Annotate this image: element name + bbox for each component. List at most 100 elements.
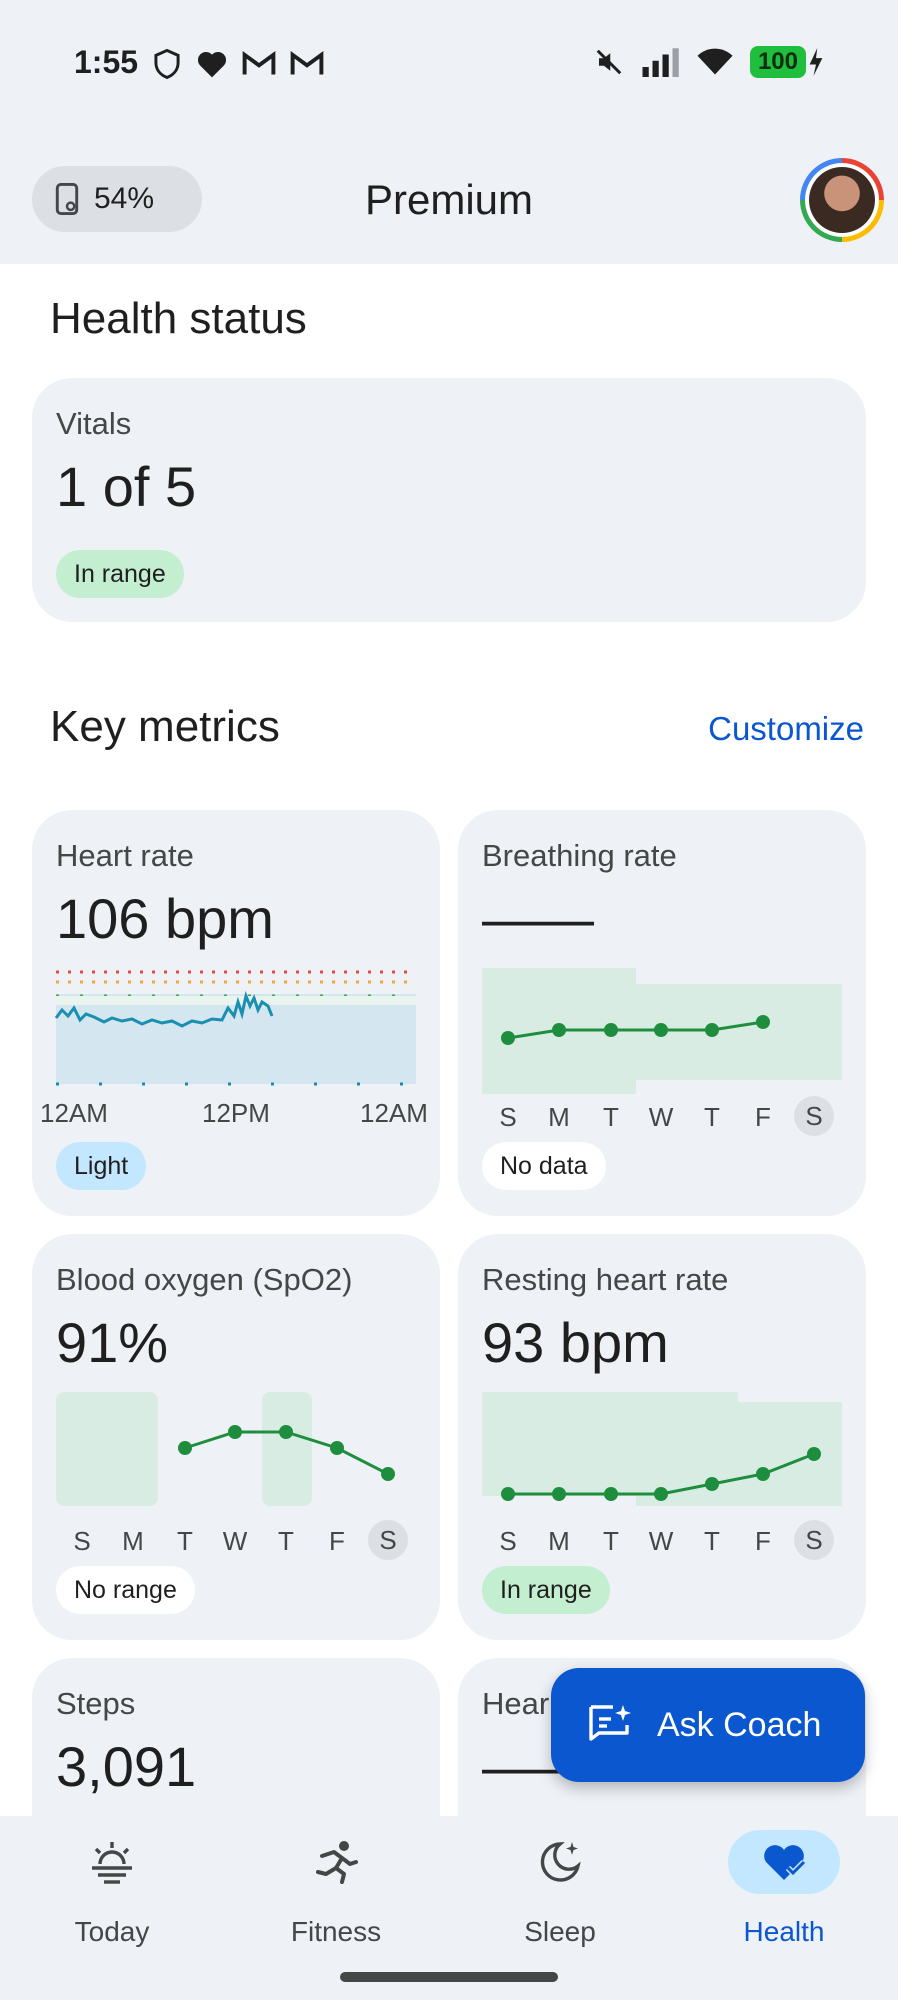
top-app-bar: 54% Premium <box>0 130 898 264</box>
signal-icon <box>642 48 679 77</box>
time-label: 12PM <box>202 1098 270 1128</box>
battery-level: 100 <box>749 46 806 78</box>
moon-icon <box>504 1830 616 1894</box>
day-label-today: S <box>368 1520 408 1560</box>
ask-coach-label: Ask Coach <box>657 1705 822 1744</box>
breathing-rate-point <box>552 1023 566 1037</box>
resting-heart-rate-status-badge: In range <box>482 1566 610 1614</box>
breathing-rate-point <box>604 1023 618 1037</box>
running-person-icon <box>280 1830 392 1894</box>
gmail-icon <box>290 50 324 75</box>
breathing-rate-point <box>501 1031 515 1045</box>
nav-label-health: Health <box>743 1916 825 1947</box>
day-label: F <box>755 1526 771 1556</box>
steps-card[interactable]: Steps 3,091 <box>32 1658 440 1816</box>
vitals-label: Vitals <box>56 406 132 441</box>
health-status-title: Health status <box>50 294 307 343</box>
resting-heart-rate-point <box>552 1487 566 1501</box>
day-label-today: S <box>794 1520 834 1560</box>
breathing-rate-point <box>756 1015 770 1029</box>
heart-points-label: Hear <box>482 1686 550 1721</box>
chat-sparkle-icon <box>589 1705 631 1741</box>
blood-oxygen-card[interactable]: Blood oxygen (SpO2) 91% S M T W T F S No… <box>32 1234 440 1640</box>
blood-oxygen-point <box>228 1425 242 1439</box>
charging-bolt-icon <box>809 48 823 76</box>
notification-icons <box>152 48 324 80</box>
avatar-photo <box>809 167 875 233</box>
customize-link[interactable]: Customize <box>708 710 864 748</box>
nav-item-health[interactable]: Health <box>672 1816 896 1966</box>
breathing-rate-point <box>654 1023 668 1037</box>
heart-rate-card[interactable]: Heart rate 106 bpm 12AM 12PM 12AM Light <box>32 810 440 1216</box>
day-label: W <box>648 1526 674 1556</box>
day-label: T <box>704 1526 720 1556</box>
nav-label-today: Today <box>74 1916 150 1947</box>
day-label-today: S <box>794 1096 834 1136</box>
day-label: S <box>73 1526 91 1556</box>
resting-heart-rate-point <box>756 1467 770 1481</box>
day-label: F <box>329 1526 345 1556</box>
nav-item-sleep[interactable]: Sleep <box>448 1816 672 1966</box>
wifi-icon <box>697 48 733 75</box>
resting-heart-rate-point <box>807 1447 821 1461</box>
blood-oxygen-point <box>330 1441 344 1455</box>
scroll-content[interactable]: Health status Vitals 1 of 5 In range Key… <box>0 264 898 1816</box>
gmail-icon <box>242 50 276 75</box>
resting-heart-rate-day-axis: S M T W T F S <box>458 1520 866 1566</box>
steps-value: 3,091 <box>56 1735 197 1798</box>
day-label: T <box>278 1526 294 1556</box>
blood-oxygen-point <box>178 1441 192 1455</box>
heart-check-icon <box>728 1830 840 1894</box>
time-label: 12AM <box>360 1098 428 1128</box>
status-bar: 1:55 100 <box>0 0 898 130</box>
nav-item-fitness[interactable]: Fitness <box>224 1816 448 1966</box>
day-label: T <box>603 1102 619 1132</box>
sun-horizon-icon <box>56 1830 168 1894</box>
resting-heart-rate-card[interactable]: Resting heart rate 93 bpm S M T W T F S … <box>458 1234 866 1640</box>
blood-oxygen-range-bar <box>262 1392 312 1506</box>
day-label: S <box>499 1102 517 1132</box>
status-time: 1:55 <box>74 44 139 80</box>
nav-item-today[interactable]: Today <box>0 1816 224 1966</box>
breathing-rate-day-axis: S M T W T F S <box>458 1096 866 1142</box>
page-title: Premium <box>364 176 534 223</box>
ask-coach-button[interactable]: Ask Coach <box>551 1668 865 1782</box>
day-label: M <box>548 1102 570 1132</box>
gesture-navigation-bar[interactable] <box>340 1972 558 1982</box>
heart-rate-zone-badge: Light <box>56 1142 147 1190</box>
resting-heart-rate-point <box>604 1487 618 1501</box>
blood-oxygen-day-axis: S M T W T F S <box>32 1520 440 1566</box>
day-label: M <box>122 1526 144 1556</box>
day-label: W <box>648 1102 674 1132</box>
vitals-status-badge: In range <box>56 550 184 598</box>
day-label: T <box>603 1526 619 1556</box>
vitals-card[interactable]: Vitals 1 of 5 In range <box>32 378 866 622</box>
shield-icon <box>154 48 180 80</box>
heart-icon <box>197 51 227 78</box>
nav-label-fitness: Fitness <box>290 1916 382 1947</box>
blood-oxygen-point <box>279 1425 293 1439</box>
day-label: W <box>222 1526 248 1556</box>
system-icons: 100 <box>594 46 824 78</box>
breathing-rate-status-badge: No data <box>482 1142 606 1190</box>
mute-icon <box>596 49 622 75</box>
key-metrics-title: Key metrics <box>50 702 280 751</box>
time-label: 12AM <box>40 1098 108 1128</box>
breathing-rate-card[interactable]: Breathing rate —— S M T W T F S No data <box>458 810 866 1216</box>
resting-heart-rate-point <box>501 1487 515 1501</box>
nav-label-sleep: Sleep <box>524 1916 596 1947</box>
vitals-value: 1 of 5 <box>56 455 197 518</box>
steps-label: Steps <box>56 1686 136 1721</box>
breathing-rate-point <box>705 1023 719 1037</box>
battery-indicator: 100 <box>749 46 824 78</box>
resting-heart-rate-point <box>654 1487 668 1501</box>
resting-heart-rate-point <box>705 1477 719 1491</box>
avatar[interactable] <box>800 158 884 242</box>
blood-oxygen-point <box>381 1467 395 1481</box>
day-label: T <box>177 1526 193 1556</box>
blood-oxygen-status-badge: No range <box>56 1566 195 1614</box>
blood-oxygen-range-bar <box>56 1392 158 1506</box>
day-label: T <box>704 1102 720 1132</box>
day-label: M <box>548 1526 570 1556</box>
day-label: S <box>499 1526 517 1556</box>
